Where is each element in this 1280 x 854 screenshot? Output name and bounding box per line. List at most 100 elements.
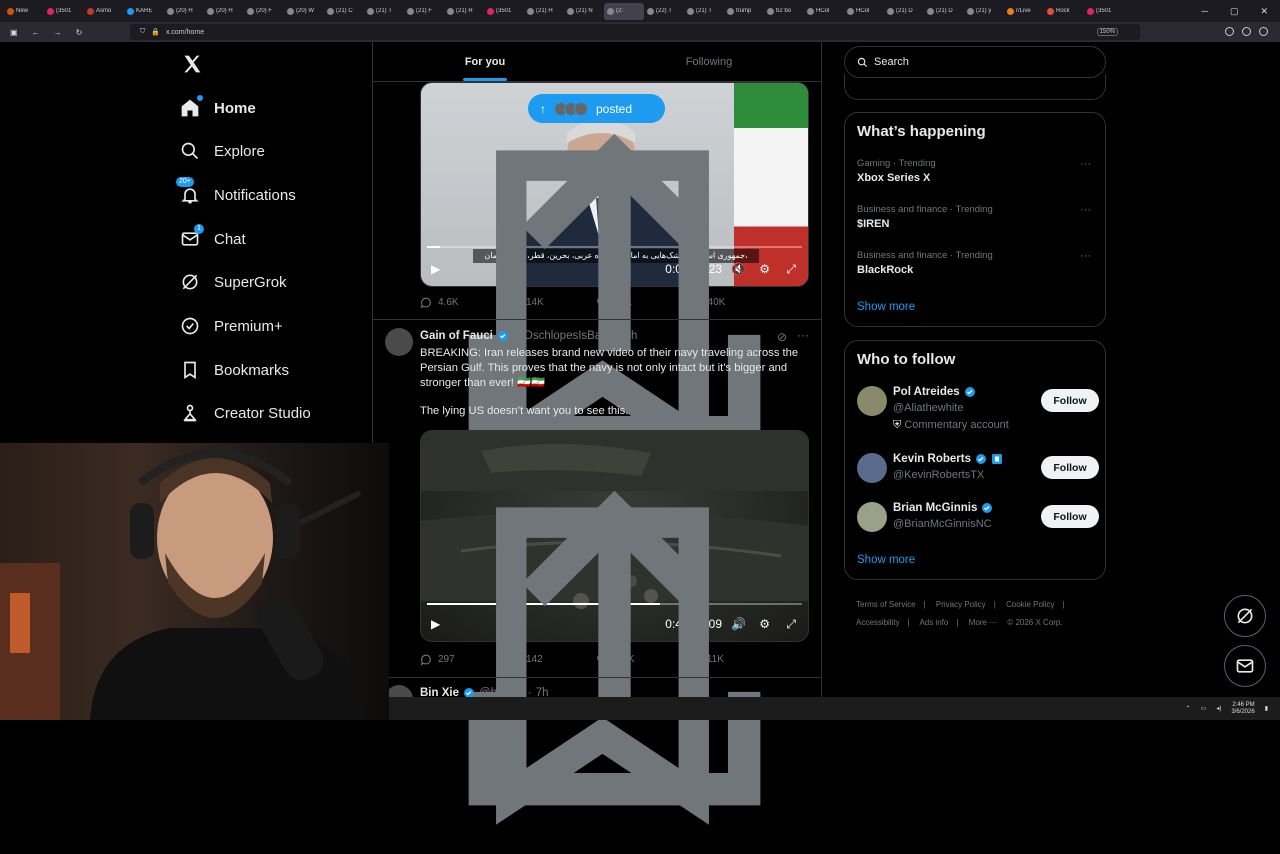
- browser-tab[interactable]: (21) F: [404, 3, 444, 20]
- more-icon[interactable]: ···: [1080, 158, 1091, 170]
- nav-premium[interactable]: Premium+: [180, 311, 283, 341]
- footer-link-accessibility[interactable]: Accessibility: [856, 618, 900, 627]
- footer-link-ads[interactable]: Ads info: [919, 618, 948, 627]
- forward-icon[interactable]: →: [54, 28, 62, 37]
- avatar[interactable]: [857, 502, 887, 532]
- browser-tab[interactable]: (21) D: [924, 3, 964, 20]
- grok-icon[interactable]: ⊘: [777, 330, 787, 344]
- nav-supergrok[interactable]: SuperGrok: [180, 267, 287, 297]
- browser-tab[interactable]: (21) T: [364, 3, 404, 20]
- messages-floating-button[interactable]: [1224, 645, 1266, 687]
- follow-suggestion[interactable]: Kevin Roberts @KevinRobertsTX Follow: [857, 453, 1099, 493]
- browser-tab[interactable]: KARE: [124, 3, 164, 20]
- notification-bell-icon[interactable]: ▮: [1265, 705, 1268, 712]
- browser-tab[interactable]: (21) T: [684, 3, 724, 20]
- nav-explore[interactable]: Explore: [180, 136, 265, 166]
- browser-tab[interactable]: (3501: [1084, 3, 1124, 20]
- footer-link-privacy[interactable]: Privacy Policy: [936, 600, 986, 609]
- network-icon[interactable]: ▭: [1201, 705, 1207, 712]
- browser-tab[interactable]: (21) y: [964, 3, 1004, 20]
- mail-icon: 1: [180, 224, 204, 249]
- avatar[interactable]: [857, 386, 887, 416]
- tweet-text-line: BREAKING: Iran releases brand new video …: [420, 347, 799, 389]
- nav-creator-studio[interactable]: Creator Studio: [180, 398, 311, 428]
- trend-item[interactable]: Business and finance · Trending BlackRoc…: [857, 250, 1097, 276]
- verified-icon: [180, 316, 200, 336]
- more-icon[interactable]: ···: [1080, 204, 1091, 216]
- tab-label: (21) D: [896, 8, 913, 14]
- sidebar-toggle-icon[interactable]: ▣: [10, 28, 18, 37]
- x-logo[interactable]: [182, 54, 202, 74]
- browser-tab[interactable]: HCol: [804, 3, 844, 20]
- nav-bookmarks[interactable]: Bookmarks: [180, 355, 289, 385]
- avatar[interactable]: [385, 328, 413, 356]
- browser-tab[interactable]: r/Live: [1004, 3, 1044, 20]
- maximize-icon[interactable]: ▢: [1230, 6, 1239, 17]
- nav-home[interactable]: Home: [180, 93, 256, 123]
- account-icon[interactable]: [1225, 27, 1234, 36]
- extensions-icon[interactable]: [1242, 27, 1251, 36]
- browser-tab[interactable]: b2 bo: [764, 3, 804, 20]
- browser-tab[interactable]: (21) H: [524, 3, 564, 20]
- show-more-link[interactable]: Show more: [857, 301, 915, 313]
- nav-chat[interactable]: 1 Chat: [180, 224, 246, 254]
- follow-button[interactable]: Follow: [1041, 389, 1099, 412]
- tab-favicon-icon: [487, 7, 494, 15]
- browser-tab[interactable]: Rock: [1044, 3, 1084, 20]
- browser-tab[interactable]: HCol: [844, 3, 884, 20]
- browser-tab[interactable]: (21) C: [324, 3, 364, 20]
- browser-tab[interactable]: (3501: [44, 3, 84, 20]
- follow-suggestion[interactable]: Pol Atreides @Aliathewhite ⛨ Commentary …: [857, 386, 1099, 436]
- more-icon[interactable]: ···: [1080, 250, 1091, 262]
- toolbar-icons: [1225, 27, 1268, 36]
- browser-tab[interactable]: (3501: [484, 3, 524, 20]
- browser-nav-bar: ▣ ← → ↻ ⛉ 🔒 x.com/home 150%: [0, 22, 1280, 42]
- tweet-time[interactable]: 4h: [625, 330, 638, 342]
- footer-link-more[interactable]: More ···: [969, 618, 997, 627]
- footer-separator: |: [907, 618, 910, 627]
- browser-tab[interactable]: (21) N: [564, 3, 604, 20]
- tab-following[interactable]: Following: [597, 42, 821, 81]
- browser-tab[interactable]: New: [4, 3, 44, 20]
- browser-tab[interactable]: (20) F: [244, 3, 284, 20]
- browser-tab[interactable]: (20) W: [284, 3, 324, 20]
- grok-floating-button[interactable]: [1224, 595, 1266, 637]
- chevron-up-icon[interactable]: ⌃: [1186, 705, 1191, 712]
- tab-for-you[interactable]: For you: [373, 42, 597, 81]
- browser-tab[interactable]: Asmo: [84, 3, 124, 20]
- back-icon[interactable]: ←: [32, 28, 40, 37]
- follow-suggestion[interactable]: Brian McGinnis @BrianMcGinnisNC Follow: [857, 502, 1099, 542]
- browser-tab[interactable]: (20) H: [164, 3, 204, 20]
- menu-icon[interactable]: [1259, 27, 1268, 36]
- search-input[interactable]: Search: [844, 46, 1106, 78]
- browser-tab[interactable]: (20) H: [204, 3, 244, 20]
- zoom-level[interactable]: 150%: [1096, 28, 1118, 36]
- browser-tab[interactable]: (21) R: [444, 3, 484, 20]
- address-bar[interactable]: ⛉ 🔒 x.com/home 150%: [130, 24, 1140, 40]
- browser-tab[interactable]: (21) D: [884, 3, 924, 20]
- nav-notifications[interactable]: 20+ Notifications: [176, 177, 296, 210]
- author-name[interactable]: Gain of Fauci: [420, 330, 493, 342]
- tab-label: (21) C: [336, 8, 353, 14]
- close-icon[interactable]: ✕: [1260, 6, 1268, 17]
- nav-chat-label: Chat: [214, 230, 246, 248]
- browser-tab[interactable]: (2:: [604, 2, 644, 20]
- avatar[interactable]: [857, 453, 887, 483]
- follow-button[interactable]: Follow: [1041, 456, 1099, 479]
- reload-icon[interactable]: ↻: [76, 28, 83, 37]
- share-icon[interactable]: [420, 465, 809, 854]
- trend-item[interactable]: Gaming · Trending Xbox Series X ···: [857, 158, 1097, 184]
- browser-tab[interactable]: trump: [724, 3, 764, 20]
- show-more-link[interactable]: Show more: [857, 554, 915, 566]
- more-icon[interactable]: ···: [797, 328, 809, 342]
- follow-button[interactable]: Follow: [1041, 505, 1099, 528]
- footer-link-cookie[interactable]: Cookie Policy: [1006, 600, 1054, 609]
- volume-icon[interactable]: ◂): [1216, 705, 1221, 712]
- browser-tab[interactable]: (22) T: [644, 3, 684, 20]
- author-handle[interactable]: @DschlopesIsBack: [513, 330, 613, 342]
- trend-item[interactable]: Business and finance · Trending $IREN ··…: [857, 204, 1097, 230]
- footer-link-terms[interactable]: Terms of Service: [856, 600, 916, 609]
- minimize-icon[interactable]: ─: [1202, 6, 1208, 17]
- clock[interactable]: 2:46 PM 3/6/2026: [1231, 702, 1254, 716]
- suggestion-handle: @Aliathewhite: [893, 402, 964, 414]
